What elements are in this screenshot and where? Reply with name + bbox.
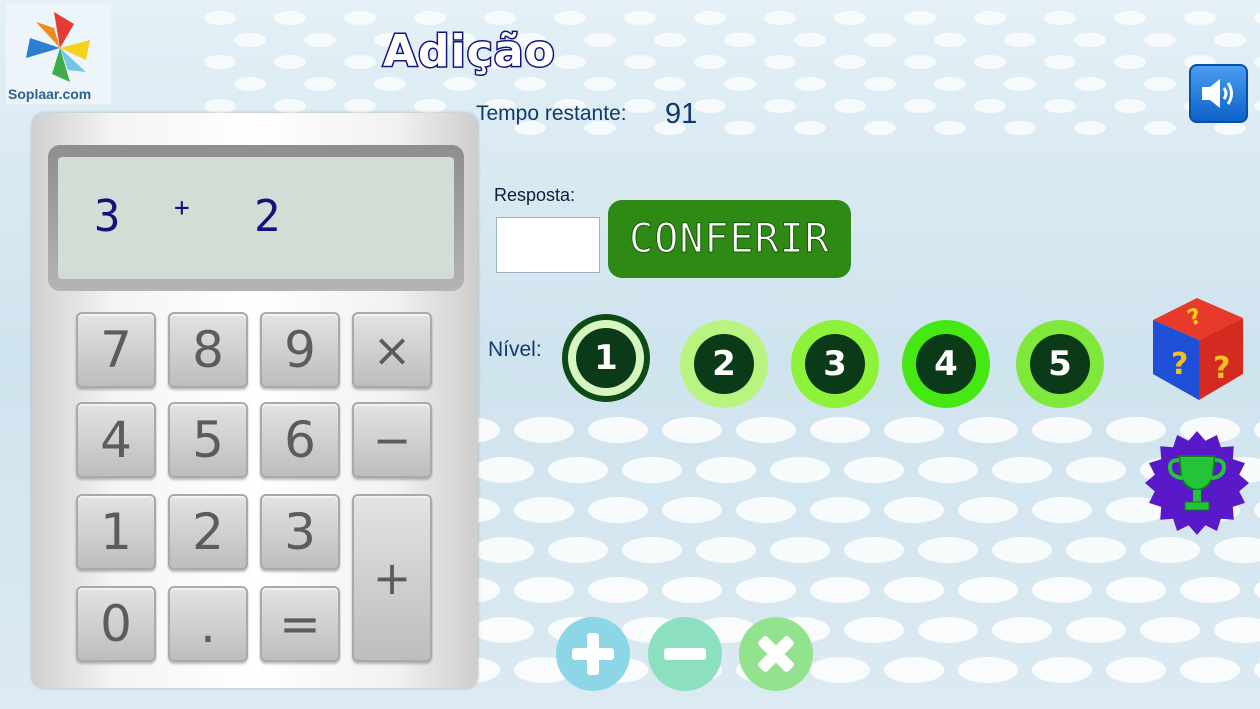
key-5[interactable]: 5 bbox=[168, 402, 248, 478]
trophy-button[interactable] bbox=[1145, 430, 1249, 536]
trophy-icon bbox=[1145, 431, 1249, 535]
logo-text: Soplaar.com bbox=[8, 86, 92, 102]
level-4-label: 4 bbox=[916, 334, 976, 394]
sound-toggle-button[interactable] bbox=[1189, 64, 1248, 123]
key-1[interactable]: 1 bbox=[76, 494, 156, 570]
answer-input[interactable] bbox=[496, 217, 600, 273]
operation-multiply-button[interactable] bbox=[739, 617, 813, 691]
level-2-label: 2 bbox=[694, 334, 754, 394]
level-1-button[interactable]: 1 bbox=[562, 314, 650, 402]
display-right-operand: 2 bbox=[254, 191, 281, 242]
answer-label: Resposta: bbox=[494, 185, 576, 205]
key-6[interactable]: 6 bbox=[260, 402, 340, 478]
key-2[interactable]: 2 bbox=[168, 494, 248, 570]
level-3-label: 3 bbox=[805, 334, 865, 394]
level-label: Nível: bbox=[488, 338, 542, 361]
key-7[interactable]: 7 bbox=[76, 312, 156, 388]
key-9[interactable]: 9 bbox=[260, 312, 340, 388]
key-add[interactable]: + bbox=[352, 494, 432, 662]
level-1-label: 1 bbox=[576, 328, 636, 388]
svg-text:?: ? bbox=[1171, 347, 1188, 382]
key-4[interactable]: 4 bbox=[76, 402, 156, 478]
check-button[interactable]: CONFERIR bbox=[608, 200, 851, 278]
display-left-operand: 3 bbox=[94, 191, 121, 242]
site-logo[interactable]: Soplaar.com bbox=[6, 4, 111, 104]
key-subtract[interactable]: − bbox=[352, 402, 432, 478]
plus-icon bbox=[556, 617, 630, 691]
level-4-button[interactable]: 4 bbox=[902, 320, 990, 408]
calculator-display: 3 + 2 bbox=[48, 145, 464, 291]
key-8[interactable]: 8 bbox=[168, 312, 248, 388]
key-3[interactable]: 3 bbox=[260, 494, 340, 570]
level-5-label: 5 bbox=[1030, 334, 1090, 394]
minus-icon bbox=[648, 617, 722, 691]
key-decimal[interactable]: . bbox=[168, 586, 248, 662]
display-operator: + bbox=[174, 193, 190, 223]
key-0[interactable]: 0 bbox=[76, 586, 156, 662]
pinwheel-logo-icon bbox=[26, 12, 90, 82]
level-3-button[interactable]: 3 bbox=[791, 320, 879, 408]
key-multiply[interactable]: × bbox=[352, 312, 432, 388]
times-icon bbox=[739, 617, 813, 691]
random-cube-button[interactable]: ? ? ? bbox=[1145, 294, 1249, 404]
operation-subtract-button[interactable] bbox=[648, 617, 722, 691]
question-cube-icon: ? ? ? bbox=[1153, 298, 1243, 400]
time-remaining-label: Tempo restante: bbox=[476, 102, 627, 125]
key-equals[interactable]: = bbox=[260, 586, 340, 662]
page-title: Adição bbox=[382, 25, 557, 79]
time-remaining-value: 91 bbox=[665, 98, 698, 130]
level-2-button[interactable]: 2 bbox=[680, 320, 768, 408]
speaker-icon bbox=[1202, 79, 1233, 108]
operation-add-button[interactable] bbox=[556, 617, 630, 691]
level-5-button[interactable]: 5 bbox=[1016, 320, 1104, 408]
svg-text:?: ? bbox=[1213, 351, 1230, 386]
